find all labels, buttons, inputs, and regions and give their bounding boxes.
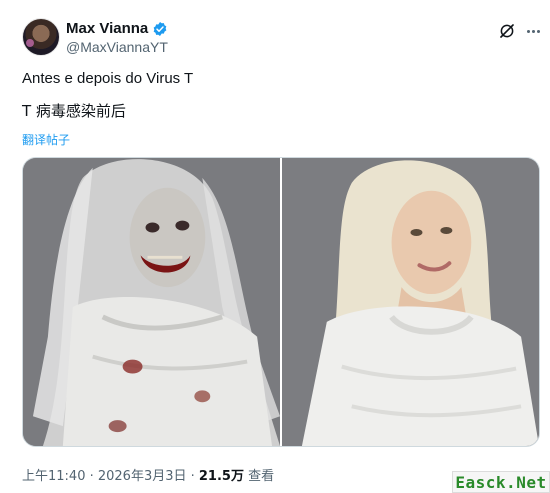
photo-zombie-before[interactable] <box>23 158 280 446</box>
views-label: 查看 <box>243 469 275 484</box>
avatar[interactable] <box>22 18 60 56</box>
photo-woman-after[interactable] <box>282 158 539 446</box>
woman-image <box>282 158 539 446</box>
more-icon[interactable] <box>522 20 544 42</box>
watermark: Easck.Net <box>452 471 550 493</box>
author-display-name[interactable]: Max Vianna <box>66 20 148 37</box>
post-text-line-1: Antes e depois do Virus T <box>22 70 194 87</box>
translate-post-link[interactable]: 翻译帖子 <box>22 131 70 148</box>
views-count: 21.5万 <box>198 469 244 484</box>
zombie-woman-image <box>23 158 280 446</box>
post-timestamp[interactable]: 上午11:40 · 2026年3月3日 · <box>22 469 199 484</box>
watermark-text: Easck.Net <box>455 472 547 492</box>
author-handle[interactable]: @MaxViannaYT <box>66 39 168 55</box>
post-text-line-2: T 病毒感染前后 <box>22 102 126 120</box>
media-grid <box>22 157 540 447</box>
grok-icon[interactable] <box>496 20 518 42</box>
verified-badge-icon <box>152 21 168 37</box>
post-meta: 上午11:40 · 2026年3月3日 · 21.5万 查看 <box>22 465 274 484</box>
author-name-row[interactable]: Max Vianna <box>66 20 168 37</box>
